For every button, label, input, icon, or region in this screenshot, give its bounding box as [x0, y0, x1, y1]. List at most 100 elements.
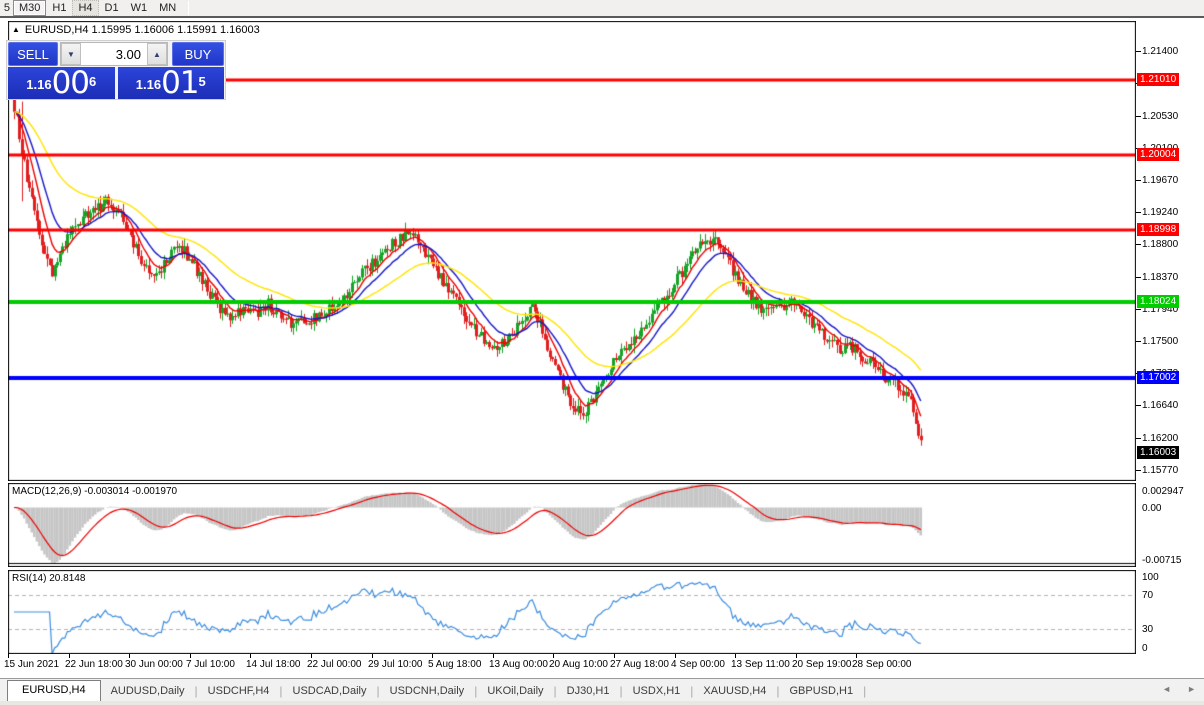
date-tick-mark [311, 654, 312, 658]
level-price-label: 1.21010 [1137, 73, 1179, 86]
date-tick-mark [432, 654, 433, 658]
sell-price-sup: 6 [89, 67, 96, 97]
timeframe-button-h1[interactable]: H1 [46, 0, 72, 16]
current-price-label: 1.16003 [1137, 446, 1179, 459]
price-tick-label: 1.16200 [1142, 433, 1178, 444]
price-tick-mark [1136, 309, 1141, 310]
one-click-trading-panel: SELL ▼ 3.00 ▲ BUY 1.16006 1.16015 [6, 40, 226, 100]
macd-scale-label: -0.00715 [1142, 555, 1181, 566]
price-tick-label: 1.19670 [1142, 175, 1178, 186]
date-tick-mark [614, 654, 615, 658]
timeframe-button-h4[interactable]: H4 [72, 0, 98, 16]
price-tick-mark [1136, 277, 1141, 278]
volume-value[interactable]: 3.00 [81, 43, 147, 65]
volume-spinner: ▼ 3.00 ▲ [60, 42, 168, 66]
timeframe-button-m30[interactable]: M30 [13, 0, 46, 16]
date-tick-label: 13 Sep 11:00 [731, 659, 790, 670]
price-tick-label: 1.21400 [1142, 46, 1178, 57]
date-tick-label: 29 Jul 10:00 [368, 659, 423, 670]
macd-indicator-plot[interactable] [8, 483, 1136, 567]
timeframe-button-5[interactable]: 5 [0, 0, 13, 16]
chart-tab-eurusd[interactable]: EURUSD,H4 [7, 680, 101, 701]
date-tick-mark [372, 654, 373, 658]
chart-tab-dj30[interactable]: DJ30,H1 [557, 682, 620, 701]
rsi-label: RSI(14) 20.8148 [12, 573, 85, 584]
date-tick-label: 28 Sep 00:00 [852, 659, 912, 670]
macd-scale-label: 0.00 [1142, 503, 1161, 514]
date-tick-label: 14 Jul 18:00 [246, 659, 301, 670]
date-tick-label: 7 Jul 10:00 [186, 659, 235, 670]
chart-tab-usdcnh[interactable]: USDCNH,Daily [380, 682, 475, 701]
chart-tab-gbpusd[interactable]: GBPUSD,H1 [780, 682, 864, 701]
date-tick-label: 27 Aug 18:00 [610, 659, 669, 670]
price-tick-mark [1136, 405, 1141, 406]
date-tick-mark [493, 654, 494, 658]
chart-tab-usdcad[interactable]: USDCAD,Daily [283, 682, 377, 701]
price-tick-label: 1.20530 [1142, 111, 1178, 122]
rsi-scale-label: 0 [1142, 643, 1148, 654]
buy-price-prefix: 1.16 [136, 72, 161, 98]
date-tick-label: 15 Jun 2021 [4, 659, 59, 670]
price-tick-mark [1136, 180, 1141, 181]
sell-price-big: 00 [52, 68, 89, 98]
date-tick-mark [8, 654, 9, 658]
date-tick-mark [553, 654, 554, 658]
timeframe-button-mn[interactable]: MN [153, 0, 182, 16]
price-tick-mark [1136, 116, 1141, 117]
chart-tab-usdx[interactable]: USDX,H1 [623, 682, 691, 701]
window-bottom-edge [0, 701, 1204, 705]
date-tick-mark [129, 654, 130, 658]
level-price-label: 1.18998 [1137, 223, 1179, 236]
price-tick-label: 1.15770 [1142, 465, 1178, 476]
timeframe-button-d1[interactable]: D1 [99, 0, 125, 16]
date-tick-label: 22 Jun 18:00 [65, 659, 123, 670]
date-tick-mark [250, 654, 251, 658]
date-tick-label: 22 Jul 00:00 [307, 659, 362, 670]
rsi-scale-label: 70 [1142, 590, 1153, 601]
sell-button[interactable]: SELL [8, 42, 58, 66]
date-tick-label: 20 Aug 10:00 [549, 659, 608, 670]
price-tick-label: 1.16640 [1142, 400, 1178, 411]
level-price-label: 1.20004 [1137, 148, 1179, 161]
chart-tab-bar: EURUSD,H4AUDUSD,Daily|USDCHF,H4|USDCAD,D… [0, 678, 1204, 701]
macd-scale-label: 0.002947 [1142, 486, 1184, 497]
chart-tab-audusd[interactable]: AUDUSD,Daily [101, 682, 195, 701]
level-price-label: 1.17002 [1137, 371, 1179, 384]
price-tick-label: 1.18370 [1142, 272, 1178, 283]
tab-scroll-right-icon[interactable]: ► [1187, 684, 1196, 694]
mt4-window: 5M30H1H4D1W1MN ▲ EURUSD,H4 1.15995 1.160… [0, 0, 1204, 705]
date-tick-label: 30 Jun 00:00 [125, 659, 183, 670]
tab-scroll-left-icon[interactable]: ◄ [1162, 684, 1171, 694]
price-tick-mark [1136, 212, 1141, 213]
price-tick-mark [1136, 244, 1141, 245]
date-tick-mark [856, 654, 857, 658]
toolbar-separator [188, 1, 189, 15]
volume-decrease-icon[interactable]: ▼ [61, 43, 81, 65]
buy-price-box[interactable]: 1.16015 [118, 67, 225, 99]
chart-tab-usdchf[interactable]: USDCHF,H4 [198, 682, 280, 701]
volume-increase-icon[interactable]: ▲ [147, 43, 167, 65]
timeframe-button-w1[interactable]: W1 [125, 0, 154, 16]
date-tick-label: 4 Sep 00:00 [671, 659, 725, 670]
macd-label: MACD(12,26,9) -0.003014 -0.001970 [12, 486, 177, 497]
date-tick-mark [735, 654, 736, 658]
collapse-triangle-icon[interactable]: ▲ [12, 26, 20, 34]
date-tick-label: 5 Aug 18:00 [428, 659, 481, 670]
price-tick-label: 1.19240 [1142, 207, 1178, 218]
price-tick-label: 1.17500 [1142, 336, 1178, 347]
rsi-scale-label: 100 [1142, 572, 1159, 583]
date-tick-mark [69, 654, 70, 658]
sell-price-prefix: 1.16 [26, 72, 51, 98]
sell-price-box[interactable]: 1.16006 [8, 67, 115, 99]
price-tick-mark [1136, 470, 1141, 471]
date-tick-label: 20 Sep 19:00 [792, 659, 852, 670]
date-tick-mark [675, 654, 676, 658]
price-tick-mark [1136, 51, 1141, 52]
chart-tab-xauusd[interactable]: XAUUSD,H4 [693, 682, 776, 701]
buy-price-sup: 5 [199, 67, 206, 97]
buy-button[interactable]: BUY [172, 42, 224, 66]
tab-scroll-buttons: ◄ ► [1162, 684, 1196, 694]
rsi-indicator-plot[interactable] [8, 570, 1136, 654]
chart-tab-ukoil[interactable]: UKOil,Daily [477, 682, 553, 701]
tab-separator: | [863, 684, 866, 701]
